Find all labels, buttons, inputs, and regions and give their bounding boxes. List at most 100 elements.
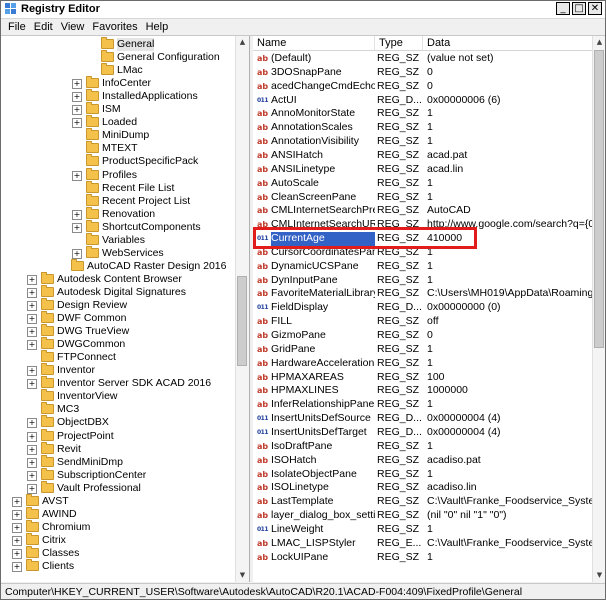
value-row[interactable]: ab HPMAXAREAS REG_SZ 100 bbox=[253, 371, 593, 385]
value-row[interactable]: ab HardwareAcceleration... REG_SZ 1 bbox=[253, 357, 593, 371]
expand-toggle-icon[interactable]: + bbox=[27, 366, 37, 377]
value-row[interactable]: ab LastTemplate REG_SZ C:\Vault\Franke_Food… bbox=[253, 495, 593, 509]
expand-toggle-icon[interactable]: + bbox=[12, 522, 22, 533]
value-row[interactable]: 011 InsertUnitsDefTarget REG_D... 0x0000000… bbox=[253, 426, 593, 440]
expand-toggle-icon[interactable]: + bbox=[72, 170, 82, 181]
value-row[interactable]: ab layer_dialog_box_setti... REG_SZ (nil "0… bbox=[253, 509, 593, 523]
expand-toggle-icon[interactable]: + bbox=[27, 274, 37, 285]
expand-toggle-icon[interactable]: + bbox=[12, 562, 22, 572]
value-row[interactable]: ab LMAC_LISPStyler REG_E... C:\Vault\Franke… bbox=[253, 537, 593, 551]
values-scrollbar[interactable]: ▲ ▼ bbox=[592, 36, 605, 582]
values-scroll-up-arrow[interactable]: ▲ bbox=[593, 36, 605, 49]
tree-item-label: ShortcutComponents bbox=[102, 220, 201, 233]
expand-toggle-icon[interactable]: + bbox=[72, 248, 82, 259]
tree-item-label: Loaded bbox=[102, 116, 138, 129]
values-pane[interactable]: Name Type Data ab (Default) REG_SZ (value n… bbox=[253, 36, 605, 582]
value-row[interactable]: 011 CurrentAge REG_SZ 410000 bbox=[253, 232, 593, 246]
value-row[interactable]: abCMLInternetSearchPrefixREG_SZ AutoCAD bbox=[253, 204, 593, 218]
value-row[interactable]: ab AnnoMonitorState REG_SZ 1 bbox=[253, 107, 593, 121]
value-row[interactable]: ab GizmoPane REG_SZ 0 bbox=[253, 329, 593, 343]
expand-toggle-icon[interactable]: + bbox=[27, 470, 37, 481]
value-row[interactable]: ab LockUIPane REG_SZ 1 bbox=[253, 551, 593, 565]
value-row[interactable]: 011 InsertUnitsDefSource REG_D... 0x0000000… bbox=[253, 412, 593, 426]
value-name: AnnotationVisibility bbox=[271, 135, 359, 148]
expand-toggle-icon[interactable]: + bbox=[72, 105, 82, 116]
value-row[interactable]: ab IsoDraftPane REG_SZ 1 bbox=[253, 440, 593, 454]
value-row[interactable]: 011 FieldDisplay REG_D... 0x00000000 (0) bbox=[253, 301, 593, 315]
value-row[interactable]: ab FILL REG_SZ off bbox=[253, 315, 593, 329]
menu-edit[interactable]: Edit bbox=[31, 19, 58, 35]
tree-item-label: Profiles bbox=[102, 168, 138, 181]
minimize-button[interactable]: _ bbox=[556, 2, 570, 15]
tree-scrollbar[interactable]: ▲ ▼ bbox=[235, 36, 249, 582]
string-value-icon: ab bbox=[257, 538, 269, 548]
tree-item-label: Chromium bbox=[42, 520, 91, 533]
key-tree-pane[interactable]: + Clients + Classes + Citrix + Chromium + AWIND + A… bbox=[1, 36, 250, 582]
expand-toggle-icon[interactable]: + bbox=[12, 535, 22, 546]
value-row[interactable]: ab AnnotationScales REG_SZ 1 bbox=[253, 121, 593, 135]
expand-toggle-icon[interactable]: + bbox=[72, 118, 82, 129]
value-row[interactable]: ab (Default) REG_SZ (value not set) bbox=[253, 52, 593, 66]
expand-toggle-icon[interactable]: + bbox=[27, 314, 37, 325]
expand-toggle-icon[interactable]: + bbox=[27, 301, 37, 311]
expand-toggle-icon[interactable]: + bbox=[27, 457, 37, 468]
expand-toggle-icon[interactable]: + bbox=[27, 327, 37, 338]
value-row[interactable]: ab CMLInternetSearchURL REG_SZ http://www.g… bbox=[253, 218, 593, 232]
value-row[interactable]: ab AutoScale REG_SZ 1 bbox=[253, 177, 593, 191]
value-row[interactable]: 011 ActUI REG_D... 0x00000006 (6) bbox=[253, 94, 593, 108]
value-row[interactable]: ab 3DOSnapPane REG_SZ 0 bbox=[253, 66, 593, 80]
value-data: 1000000 bbox=[427, 384, 468, 397]
expand-toggle-icon[interactable]: + bbox=[12, 496, 22, 507]
menu-file[interactable]: File bbox=[5, 19, 31, 35]
expand-toggle-icon[interactable]: + bbox=[27, 287, 37, 298]
value-row[interactable]: ab DynInputPane REG_SZ 1 bbox=[253, 274, 593, 288]
expand-toggle-icon[interactable]: + bbox=[72, 79, 82, 90]
value-row[interactable]: ab ANSIHatch REG_SZ acad.pat bbox=[253, 149, 593, 163]
column-data-header[interactable]: Data bbox=[423, 36, 593, 50]
value-row[interactable]: ab GridPane REG_SZ 1 bbox=[253, 343, 593, 357]
folder-icon bbox=[86, 180, 99, 193]
value-row[interactable]: ab IsolateObjectPane REG_SZ 1 bbox=[253, 468, 593, 482]
expand-toggle-icon[interactable]: + bbox=[27, 340, 37, 351]
expand-toggle-icon[interactable]: + bbox=[12, 548, 22, 559]
value-row[interactable]: ab ISOHatch REG_SZ acadiso.pat bbox=[253, 454, 593, 468]
close-button[interactable]: ✕ bbox=[588, 2, 602, 15]
maximize-button[interactable]: □ bbox=[572, 2, 586, 15]
tree-scroll-thumb[interactable] bbox=[237, 276, 247, 366]
scroll-down-arrow[interactable]: ▼ bbox=[236, 569, 249, 582]
expand-toggle-icon[interactable]: + bbox=[27, 418, 37, 429]
expand-toggle-icon[interactable]: + bbox=[12, 509, 22, 520]
folder-icon bbox=[86, 102, 99, 115]
column-type-header[interactable]: Type bbox=[375, 36, 423, 50]
expand-toggle-icon[interactable]: + bbox=[27, 444, 37, 455]
value-row[interactable]: ab ISOLinetype REG_SZ acadiso.lin bbox=[253, 481, 593, 495]
expand-toggle-icon[interactable]: + bbox=[27, 379, 37, 390]
value-row[interactable]: ab InferRelationshipPane REG_SZ 1 bbox=[253, 398, 593, 412]
values-scroll-thumb[interactable] bbox=[594, 50, 604, 348]
value-row[interactable]: ab DynamicUCSPane REG_SZ 1 bbox=[253, 260, 593, 274]
value-name: ActUI bbox=[271, 93, 297, 106]
value-row[interactable]: ab FavoriteMaterialLibrary REG_SZ C:\Users\… bbox=[253, 287, 593, 301]
values-scroll-down-arrow[interactable]: ▼ bbox=[593, 569, 605, 582]
menu-view[interactable]: View bbox=[58, 19, 90, 35]
value-row[interactable]: 011 LineWeight REG_SZ 1 bbox=[253, 523, 593, 537]
expand-toggle-icon[interactable]: + bbox=[72, 222, 82, 233]
expand-toggle-icon[interactable]: + bbox=[27, 431, 37, 442]
value-name: InsertUnitsDefSource bbox=[271, 412, 371, 425]
value-row[interactable]: ab CursorCoordinatesPane REG_SZ 1 bbox=[253, 246, 593, 260]
value-row[interactable]: ab CleanScreenPane REG_SZ 1 bbox=[253, 191, 593, 205]
value-row[interactable]: ab AnnotationVisibility REG_SZ 1 bbox=[253, 135, 593, 149]
scroll-up-arrow[interactable]: ▲ bbox=[236, 36, 249, 49]
value-type: REG_SZ bbox=[377, 315, 420, 328]
value-type: REG_SZ bbox=[377, 52, 420, 64]
menu-favorites[interactable]: Favorites bbox=[89, 19, 142, 35]
value-row[interactable]: ab ANSILinetype REG_SZ acad.lin bbox=[253, 163, 593, 177]
expand-toggle-icon[interactable]: + bbox=[72, 209, 82, 220]
value-name: CMLInternetSearchURL bbox=[271, 218, 375, 231]
column-name-header[interactable]: Name bbox=[253, 36, 375, 50]
menu-help[interactable]: Help bbox=[143, 19, 174, 35]
value-row[interactable]: ab acedChangeCmdEcho... REG_SZ 0 bbox=[253, 80, 593, 94]
value-row[interactable]: ab HPMAXLINES REG_SZ 1000000 bbox=[253, 384, 593, 398]
expand-toggle-icon[interactable]: + bbox=[27, 483, 37, 494]
expand-toggle-icon[interactable]: + bbox=[72, 92, 82, 103]
